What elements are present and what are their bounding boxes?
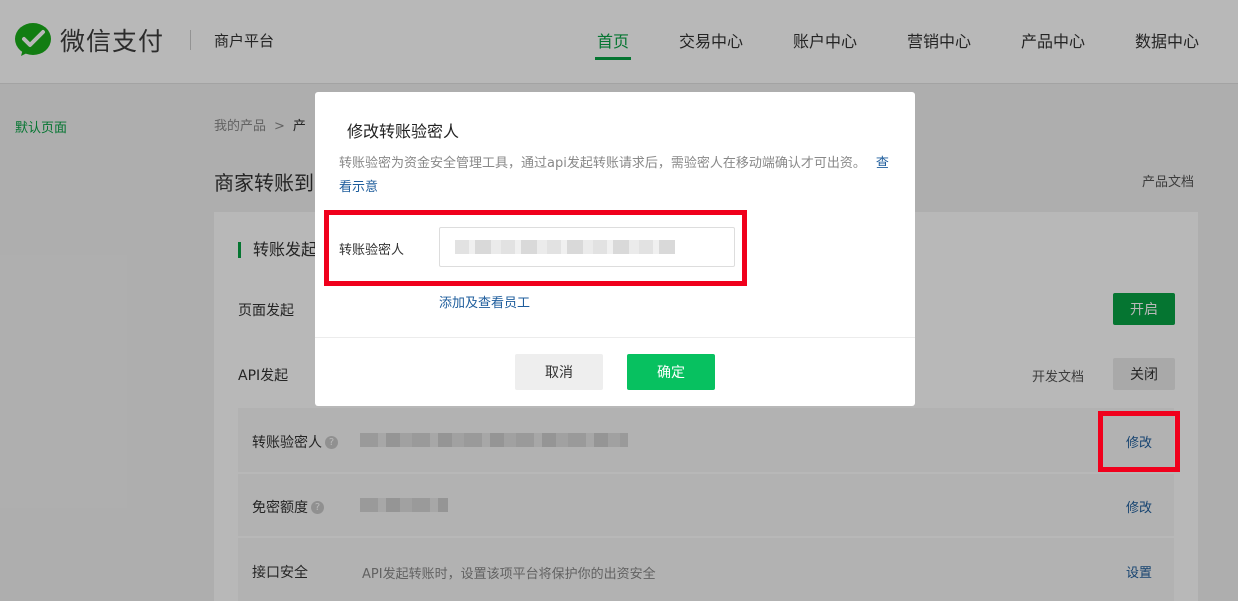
dialog-description-text: 转账验密为资金安全管理工具，通过api发起转账请求后，需验密人在移动端确认才可出… bbox=[339, 156, 866, 171]
dialog-description: 转账验密为资金安全管理工具，通过api发起转账请求后，需验密人在移动端确认才可出… bbox=[339, 152, 895, 200]
verifier-input[interactable] bbox=[439, 227, 735, 267]
dialog-divider bbox=[315, 337, 915, 338]
confirm-button[interactable]: 确定 bbox=[627, 354, 715, 390]
cancel-button[interactable]: 取消 bbox=[515, 354, 603, 390]
verifier-field-label: 转账验密人 bbox=[339, 243, 405, 258]
add-view-staff-link[interactable]: 添加及查看员工 bbox=[439, 292, 530, 311]
dialog-title: 修改转账验密人 bbox=[347, 122, 460, 141]
modify-verifier-dialog: 修改转账验密人 转账验密为资金安全管理工具，通过api发起转账请求后，需验密人在… bbox=[315, 92, 915, 406]
